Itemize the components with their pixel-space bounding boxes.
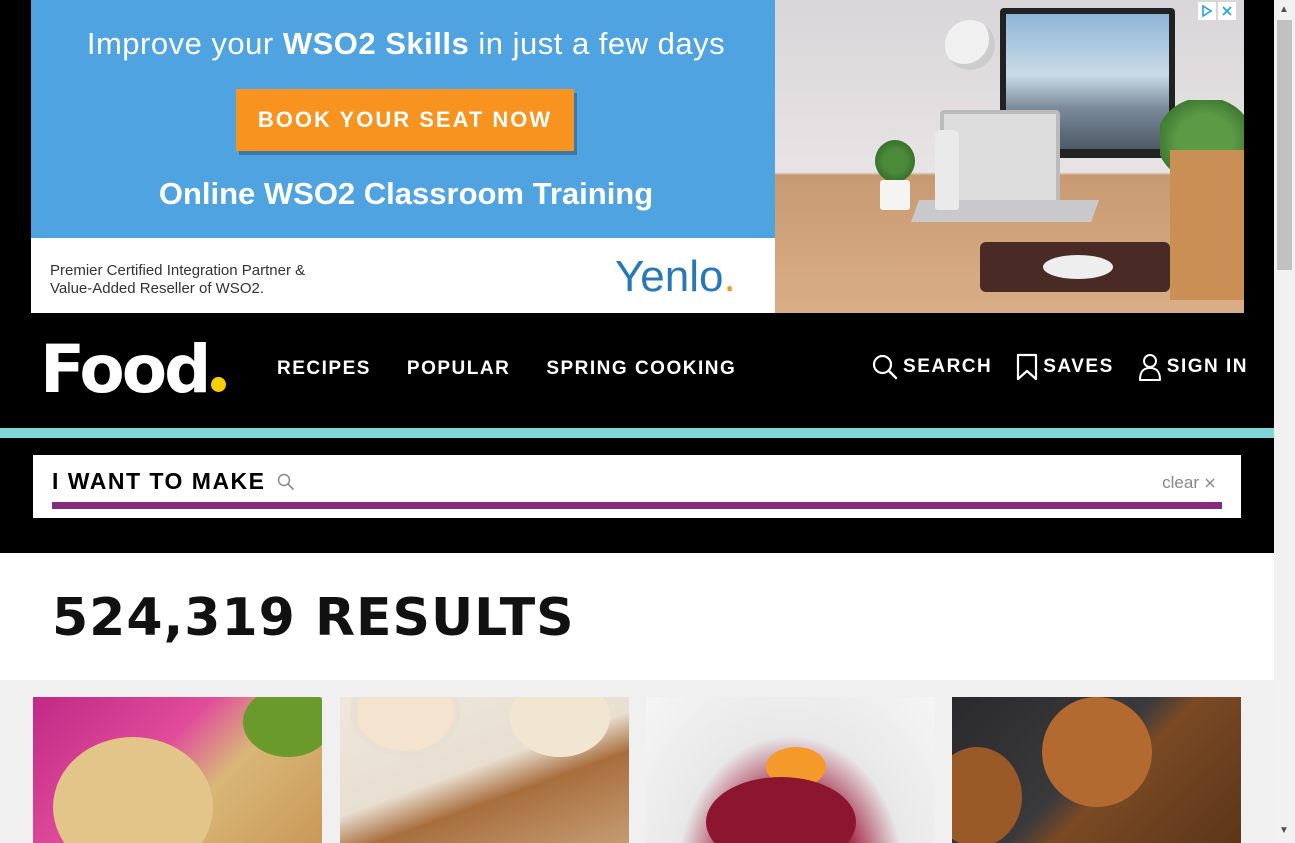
search-icon (277, 473, 295, 496)
ad-partner-line-1: Premier Certified Integration Partner & (50, 262, 306, 279)
saves-button[interactable]: SAVES (1016, 353, 1114, 381)
search-button[interactable]: SEARCH (872, 354, 992, 380)
ad-text-panel: Improve your WSO2 Skills in just a few d… (31, 0, 775, 238)
ad-subhead: Online WSO2 Classroom Training (158, 176, 654, 211)
card-image-detail (243, 697, 322, 757)
results-count: 524,319 RESULTS (52, 588, 575, 648)
plant-shape (870, 140, 920, 210)
ad-headline-post: in just a few days (469, 26, 726, 61)
card-image-detail (350, 697, 460, 757)
scrollbar[interactable]: ▲ ▼ (1274, 0, 1295, 843)
ad-choices[interactable] (1198, 2, 1236, 20)
search-box: I WANT TO MAKE clear (33, 455, 1241, 518)
search-icon (872, 354, 898, 380)
clear-label: clear (1162, 473, 1199, 492)
card-image-detail (706, 777, 856, 843)
ad-headline-bold: WSO2 Skills (282, 26, 470, 61)
logo-text: Food (40, 331, 211, 408)
sign-in-label: SIGN IN (1166, 356, 1248, 377)
card-image-detail (510, 697, 610, 757)
ad-banner[interactable]: Improve your WSO2 Skills in just a few d… (31, 0, 1244, 313)
header-divider (0, 428, 1274, 438)
bottle-shape (935, 130, 959, 210)
results-grid (0, 680, 1274, 843)
ad-choices-icon[interactable] (1198, 2, 1216, 20)
main-nav: RECIPES POPULAR SPRING COOKING (277, 358, 736, 380)
ad-brand-logo: Yenlo. (615, 252, 736, 302)
page: Improve your WSO2 Skills in just a few d… (0, 0, 1274, 843)
card-image-detail (53, 737, 213, 843)
scroll-up-arrow-icon[interactable]: ▲ (1279, 4, 1289, 15)
nav-spring-cooking[interactable]: SPRING COOKING (546, 358, 736, 380)
search-label: I WANT TO MAKE (52, 468, 266, 494)
ad-photo (775, 0, 1244, 313)
card-image-detail (952, 747, 1022, 843)
scroll-down-arrow-icon[interactable]: ▼ (1279, 825, 1289, 836)
ad-partner-line-2: Value-Added Reseller of WSO2. (50, 280, 264, 297)
header-actions: SEARCH SAVES SIGN IN (872, 353, 1248, 381)
ad-cta-button[interactable]: BOOK YOUR SEAT NOW (236, 89, 574, 151)
search-input[interactable] (303, 467, 1133, 497)
clear-button[interactable]: clear (1162, 473, 1215, 493)
recipe-card[interactable] (646, 697, 935, 843)
recipe-card[interactable] (340, 697, 629, 843)
mouse-shape (1043, 255, 1113, 279)
recipe-card[interactable] (952, 697, 1241, 843)
results-header: 524,319 RESULTS (0, 553, 1274, 680)
close-icon[interactable] (1218, 2, 1236, 20)
planter-shape (1170, 150, 1244, 300)
close-icon (1205, 473, 1215, 493)
saves-button-label: SAVES (1043, 356, 1114, 377)
nav-popular[interactable]: POPULAR (407, 358, 510, 380)
search-section: I WANT TO MAKE clear (0, 438, 1274, 553)
ad-headline-pre: Improve your (86, 26, 283, 61)
ad-brand-dot: . (723, 252, 736, 301)
recipe-card[interactable] (33, 697, 322, 843)
user-icon (1138, 353, 1162, 381)
scrollbar-thumb[interactable] (1277, 20, 1292, 270)
lamp-shape (945, 20, 995, 70)
search-button-label: SEARCH (903, 356, 993, 377)
ad-footer: Premier Certified Integration Partner & … (31, 238, 775, 313)
site-logo[interactable]: Food (40, 337, 227, 403)
bookmark-icon (1016, 353, 1038, 381)
ad-partner-text: Premier Certified Integration Partner & … (50, 262, 305, 298)
ad-brand-name: Yenlo (615, 252, 724, 301)
nav-recipes[interactable]: RECIPES (277, 358, 371, 380)
card-image-detail (1042, 697, 1152, 807)
sign-in-button[interactable]: SIGN IN (1138, 353, 1248, 381)
site-header: Food RECIPES POPULAR SPRING COOKING SEAR… (0, 313, 1274, 428)
logo-dot (211, 377, 227, 392)
search-underline (52, 502, 1222, 509)
ad-headline: Improve your WSO2 Skills in just a few d… (31, 26, 781, 62)
